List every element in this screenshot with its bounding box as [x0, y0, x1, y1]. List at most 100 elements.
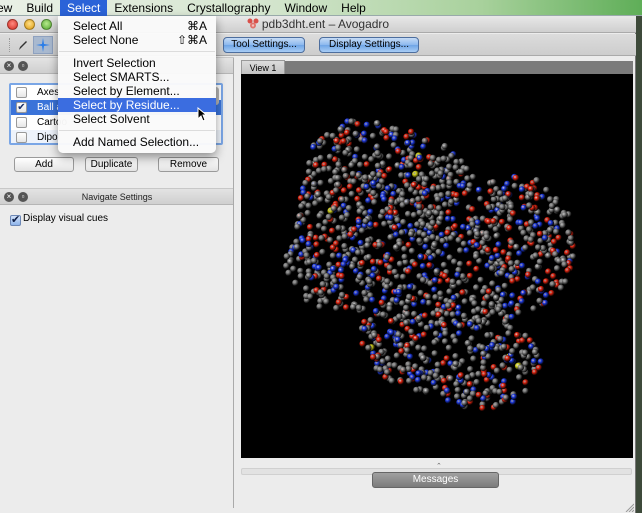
toolbar-grip[interactable]: [9, 38, 11, 52]
atom-carbon: [388, 377, 396, 384]
atom-carbon: [428, 170, 436, 177]
menu-item-select-smarts[interactable]: Select SMARTS...: [58, 70, 216, 84]
menu-crystallography[interactable]: Crystallography: [180, 0, 277, 16]
duplicate-engine-button[interactable]: Duplicate: [85, 157, 138, 172]
engine-checkbox-axes[interactable]: [16, 87, 27, 98]
atom-carbon: [554, 206, 561, 213]
atom-carbon: [318, 234, 325, 242]
atom-oxygen: [408, 128, 415, 135]
atom-carbon: [384, 278, 391, 285]
atom-oxygen: [500, 249, 507, 256]
atom-carbon: [451, 258, 458, 265]
avogadro-molecule-icon: [247, 18, 259, 29]
engine-checkbox-cartoon[interactable]: [16, 117, 27, 128]
atom-carbon: [343, 211, 351, 219]
atom-oxygen: [346, 183, 354, 190]
atom-carbon: [316, 303, 323, 310]
atom-nitrogen: [299, 237, 307, 244]
menu-select[interactable]: Select: [60, 0, 108, 16]
tab-view-1[interactable]: View 1: [241, 60, 285, 74]
atom-carbon: [516, 374, 523, 381]
atom-carbon: [425, 249, 433, 256]
atom-carbon: [304, 193, 311, 200]
navigate-tool-button[interactable]: [33, 36, 53, 54]
splitter-handle[interactable]: ⌃: [436, 462, 442, 470]
atom-oxygen: [343, 304, 350, 311]
atom-carbon: [305, 168, 313, 175]
dock-splitter[interactable]: [233, 58, 234, 508]
atom-nitrogen: [511, 393, 518, 400]
atom-carbon: [426, 209, 433, 217]
atom-nitrogen: [393, 231, 400, 238]
atom-carbon: [406, 377, 413, 385]
atom-carbon: [403, 304, 410, 311]
menu-item-select-solvent[interactable]: Select Solvent: [58, 112, 216, 126]
atom-oxygen: [555, 234, 562, 241]
atom-carbon: [374, 120, 381, 127]
atom-nitrogen: [409, 318, 417, 326]
engine-checkbox-ball-and-stick[interactable]: ✔: [16, 102, 27, 113]
menu-build[interactable]: Build: [19, 0, 60, 16]
menu-item-select-all[interactable]: Select All ⌘A: [58, 19, 216, 33]
display-visual-cues-checkbox[interactable]: ✔: [10, 215, 21, 226]
atom-carbon: [432, 330, 440, 337]
atom-carbon: [448, 152, 455, 160]
atom-nitrogen: [355, 218, 363, 225]
atom-oxygen: [504, 355, 511, 362]
menu-window[interactable]: Window: [277, 0, 334, 16]
dock-float-icon[interactable]: ▫: [18, 61, 28, 71]
atom-carbon: [365, 344, 372, 351]
menu-item-select-by-element[interactable]: Select by Element...: [58, 84, 216, 98]
atom-carbon: [351, 256, 359, 263]
tool-settings-button[interactable]: Tool Settings...: [223, 37, 305, 53]
menu-item-select-by-residue[interactable]: Select by Residue...: [58, 98, 216, 112]
atom-nitrogen: [405, 172, 412, 179]
atom-nitrogen: [357, 239, 364, 247]
menu-help[interactable]: Help: [334, 0, 373, 16]
engine-checkbox-dipole[interactable]: [16, 132, 27, 143]
atom-nitrogen: [473, 325, 481, 332]
menu-item-select-none[interactable]: Select None ⇧⌘A: [58, 33, 216, 47]
atom-oxygen: [545, 268, 552, 275]
molecule-3d-view[interactable]: [241, 74, 633, 458]
atom-nitrogen: [459, 182, 467, 190]
atom-carbon: [407, 230, 415, 238]
atom-carbon: [507, 216, 514, 223]
atom-nitrogen: [427, 254, 434, 262]
zoom-window-button[interactable]: [41, 19, 52, 30]
atom-oxygen: [466, 381, 474, 388]
menu-item-invert-selection[interactable]: Invert Selection: [58, 56, 216, 70]
atom-nitrogen: [502, 302, 509, 310]
atom-oxygen: [412, 261, 419, 268]
menu-extensions[interactable]: Extensions: [107, 0, 180, 16]
atom-carbon: [298, 203, 305, 210]
atom-carbon: [425, 293, 432, 300]
atom-carbon: [473, 284, 480, 291]
close-window-button[interactable]: [7, 19, 18, 30]
minimize-window-button[interactable]: [24, 19, 35, 30]
atom-oxygen: [481, 371, 488, 378]
atom-carbon: [334, 174, 341, 182]
atom-carbon: [366, 278, 373, 285]
atom-nitrogen: [384, 185, 392, 192]
atom-nitrogen: [489, 342, 496, 349]
display-visual-cues-option[interactable]: ✔ Display visual cues: [10, 213, 108, 226]
messages-toggle-button[interactable]: Messages: [372, 472, 499, 488]
atom-oxygen: [509, 277, 516, 285]
atom-carbon: [361, 153, 369, 161]
atom-nitrogen: [421, 190, 429, 197]
atom-oxygen: [443, 355, 450, 362]
add-engine-button[interactable]: Add: [14, 157, 74, 172]
atom-carbon: [320, 225, 328, 232]
window-resize-grip[interactable]: [624, 502, 634, 512]
atom-carbon: [399, 190, 406, 198]
display-settings-button[interactable]: Display Settings...: [319, 37, 419, 53]
atom-carbon: [549, 281, 556, 288]
atom-oxygen: [444, 229, 451, 236]
menu-item-add-named-selection[interactable]: Add Named Selection...: [58, 135, 216, 149]
remove-engine-button[interactable]: Remove: [158, 157, 219, 172]
draw-tool-button[interactable]: [13, 36, 33, 54]
dock-close-icon[interactable]: ×: [4, 61, 14, 71]
menu-view[interactable]: ew: [0, 0, 19, 16]
atom-nitrogen: [420, 143, 427, 150]
